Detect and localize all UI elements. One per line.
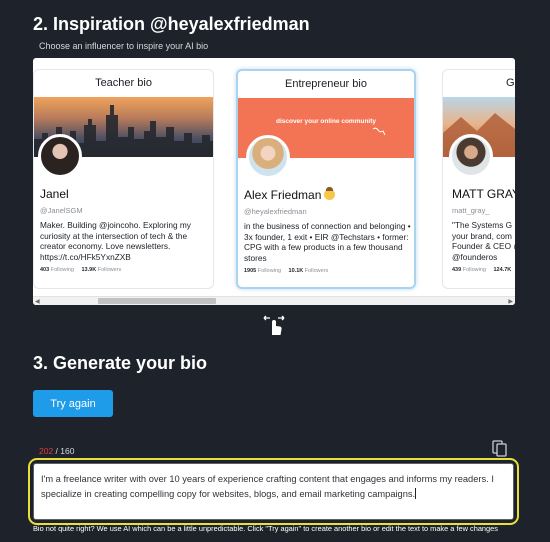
profile-handle: @heyalexfriedman xyxy=(244,207,307,216)
banner-text: discover your online community xyxy=(275,118,377,125)
hint-text: Bio not quite right? We use AI which can… xyxy=(33,524,498,533)
followers-label: Followers xyxy=(304,268,329,274)
profile-bio: Maker. Building @joincoho. Exploring my … xyxy=(40,220,191,262)
text-caret xyxy=(415,487,417,499)
profile-name: Alex Friedman xyxy=(244,187,336,202)
scrollbar-thumb[interactable] xyxy=(98,298,216,304)
profile-stats: 439 Following 124.7K xyxy=(452,267,511,273)
horizontal-scrollbar[interactable]: ◀ ▶ xyxy=(33,296,515,305)
profile-stats: 403 Following 13.9K Followers xyxy=(40,267,121,273)
copy-icon[interactable] xyxy=(492,440,508,458)
following-label: Following xyxy=(257,268,282,274)
card-header: Teacher bio xyxy=(95,77,152,89)
bio-text-field[interactable]: I'm a freelance writer with over 10 year… xyxy=(28,458,519,525)
profile-stats: 1905 Following 10.1K Followers xyxy=(244,268,328,274)
profile-bio: in the business of connection and belong… xyxy=(244,221,411,263)
scroll-left-icon[interactable]: ◀ xyxy=(35,298,40,305)
following-count: 403 xyxy=(40,267,50,273)
squiggle-icon xyxy=(372,127,386,136)
avatar xyxy=(38,134,82,178)
avatar xyxy=(449,134,493,178)
char-limit: 160 xyxy=(60,446,75,456)
following-count: 439 xyxy=(452,267,462,273)
following-label: Following xyxy=(462,267,486,273)
section-2-subtitle: Choose an influencer to inspire your AI … xyxy=(39,41,209,51)
try-again-button[interactable]: Try again xyxy=(33,390,113,417)
following-count: 1905 xyxy=(244,268,257,274)
card-header: Entrepreneur bio xyxy=(285,78,367,90)
influencer-card-entrepreneur[interactable]: Entrepreneur bio discover your online co… xyxy=(236,69,416,289)
followers-count: 13.9K xyxy=(81,267,97,273)
influencer-card-teacher[interactable]: Teacher bio Janel @JanelSGM Maker. Build… xyxy=(33,69,214,289)
swipe-hand-icon xyxy=(263,315,285,335)
bio-textarea[interactable]: I'm a freelance writer with over 10 year… xyxy=(33,463,514,520)
section-2-title: 2. Inspiration @heyalexfriedman xyxy=(33,14,310,34)
influencer-carousel[interactable]: Teacher bio Janel @JanelSGM Maker. Build… xyxy=(33,58,515,305)
avatar xyxy=(246,135,290,179)
profile-handle: matt_gray_ xyxy=(452,206,490,215)
followers-count: 124.7K xyxy=(493,267,512,273)
following-label: Following xyxy=(50,267,74,273)
profile-name: Janel xyxy=(40,187,69,201)
followers-count: 10.1K xyxy=(288,268,304,274)
profile-handle: @JanelSGM xyxy=(40,206,83,215)
profile-bio: "The Systems G your brand, com Founder &… xyxy=(452,220,515,262)
cowboy-emoji-icon xyxy=(324,187,336,200)
scroll-right-icon[interactable]: ▶ xyxy=(508,298,513,305)
section-3-title: 3. Generate your bio xyxy=(33,353,208,373)
character-counter: 202 / 160 xyxy=(39,446,75,456)
influencer-card-partial[interactable]: G MATT GRAY matt_gray_ "The Systems G yo… xyxy=(442,69,515,289)
card-header: G xyxy=(506,77,515,89)
profile-name: MATT GRAY xyxy=(452,187,515,201)
char-count: 202 xyxy=(39,446,54,456)
followers-label: Followers xyxy=(97,267,122,273)
